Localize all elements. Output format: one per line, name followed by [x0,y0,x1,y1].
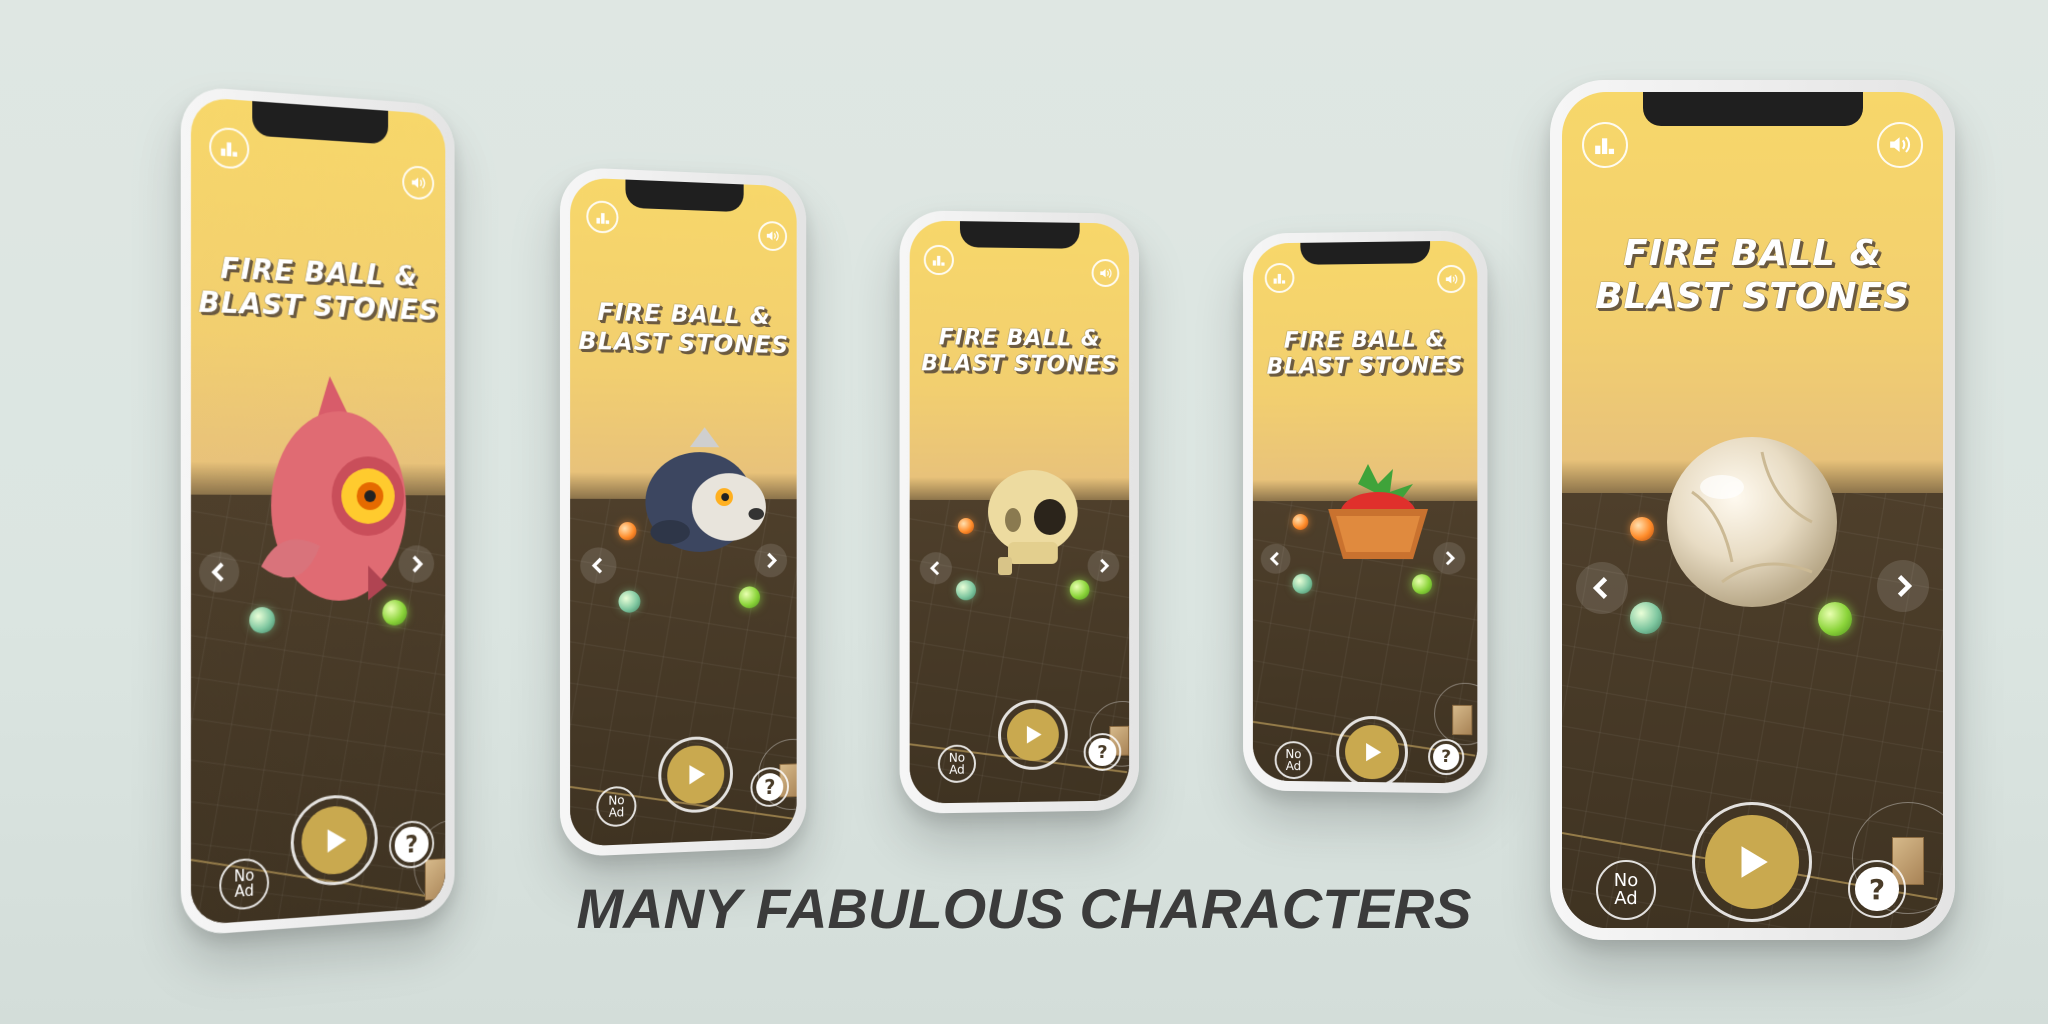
leaderboard-button[interactable] [1265,263,1295,293]
chevron-right-icon [1889,572,1917,600]
notch [1300,241,1430,265]
speaker-icon [1098,266,1112,280]
leaderboard-icon [1272,270,1287,286]
gem-teal [1292,574,1312,594]
gem-green [1412,574,1432,594]
speaker-icon [765,228,780,244]
leaderboard-icon [594,208,611,226]
gem-orange [958,518,974,534]
chevron-left-icon [207,560,231,585]
wolf-character [630,421,777,572]
phone-mockup-2: FIRE BALL & BLAST STONES No Ad ? [560,167,806,858]
game-screen: FIRE BALL & BLAST STONES No Ad ? [910,220,1129,803]
phone-mockup-3: FIRE BALL & BLAST STONES No Ad ? [900,210,1139,814]
gem-green [739,586,760,608]
play-icon [320,824,350,857]
chevron-left-icon [1588,574,1616,602]
prev-character-button[interactable] [920,552,952,584]
leaderboard-button[interactable] [1582,122,1628,168]
no-ads-label-2: Ad [1286,760,1301,772]
next-character-button[interactable] [1088,550,1120,582]
leaderboard-icon [218,136,240,159]
crystal-ball-character [1662,432,1842,612]
skull-character [978,462,1088,582]
gem-teal [956,580,976,600]
game-title: FIRE BALL & BLAST STONES [570,297,797,360]
next-character-button[interactable] [1877,560,1929,612]
fish-monster-character [221,353,415,618]
gem-teal [1630,602,1662,634]
sound-button[interactable] [1877,122,1923,168]
phone-mockup-4: FIRE BALL & BLAST STONES No Ad ? [1243,230,1487,793]
play-icon [1360,740,1384,765]
game-title-line1: FIRE BALL & [1562,232,1943,275]
sound-button[interactable] [758,221,787,252]
sound-button[interactable] [1092,259,1120,287]
chevron-right-icon [761,551,780,571]
gem-orange [1630,517,1654,541]
game-title: FIRE BALL & BLAST STONES [1562,232,1943,318]
chevron-left-icon [927,559,945,577]
help-label: ? [1433,744,1459,770]
chevron-right-icon [1095,557,1113,575]
help-button[interactable]: ? [1428,739,1464,776]
play-icon [1021,723,1045,747]
game-title-line1: FIRE BALL & [910,325,1129,353]
game-title-line1: FIRE BALL & [1253,327,1477,355]
chevron-left-icon [1267,550,1285,568]
game-screen: FIRE BALL & BLAST STONES No Ad ? [570,177,797,847]
notch [625,180,743,213]
chevron-left-icon [588,555,608,575]
help-label: ? [756,772,784,801]
game-title: FIRE BALL & BLAST STONES [1253,327,1477,382]
notch [252,101,388,144]
notch [960,221,1080,249]
strawberry-basket-character [1318,464,1438,574]
leaderboard-button[interactable] [924,245,954,275]
phone-mockup-1: FIRE BALL & BLAST STONES No Ad ? [181,86,455,937]
no-ads-label-2: Ad [949,764,965,776]
prev-character-button[interactable] [1576,562,1628,614]
play-icon [683,761,708,788]
tagline: MANY FABULOUS CHARACTERS [0,876,2048,941]
game-title-line2: BLAST STONES [910,352,1129,380]
game-screen: FIRE BALL & BLAST STONES No Ad ? [1562,92,1943,928]
game-screen: FIRE BALL & BLAST STONES No Ad ? [1253,240,1477,783]
play-button[interactable] [1336,716,1408,784]
chevron-right-icon [406,553,427,575]
game-title: FIRE BALL & BLAST STONES [910,325,1129,380]
leaderboard-icon [1592,132,1617,157]
sound-button[interactable] [402,165,434,200]
sound-button[interactable] [1437,265,1465,293]
game-title-line2: BLAST STONES [1253,354,1477,382]
gem-teal [618,590,640,612]
chevron-right-icon [1440,549,1458,567]
no-ads-button[interactable]: No Ad [1275,741,1313,779]
help-label: ? [1089,738,1116,765]
speaker-icon [1887,132,1912,157]
leaderboard-button[interactable] [209,126,249,169]
game-title-line2: BLAST STONES [570,326,797,360]
notch [1643,92,1863,126]
crate [1452,705,1472,735]
phone-mockup-5: FIRE BALL & BLAST STONES No Ad ? [1550,80,1955,940]
prev-character-button[interactable] [1261,544,1291,574]
game-screen: FIRE BALL & BLAST STONES No Ad ? [191,97,445,926]
prev-character-button[interactable] [580,547,616,584]
gem-green [1818,602,1852,636]
game-title-line2: BLAST STONES [1562,275,1943,318]
next-character-button[interactable] [754,544,787,578]
next-character-button[interactable] [1433,542,1465,574]
gem-orange [1292,514,1308,530]
game-title: FIRE BALL & BLAST STONES [191,250,445,327]
speaker-icon [410,173,427,192]
gem-orange [618,522,636,540]
help-label: ? [395,826,428,863]
no-ads-label-2: Ad [609,806,625,819]
leaderboard-icon [931,252,947,268]
gem-green [1070,580,1090,600]
speaker-icon [1444,272,1458,287]
leaderboard-button[interactable] [586,200,618,234]
